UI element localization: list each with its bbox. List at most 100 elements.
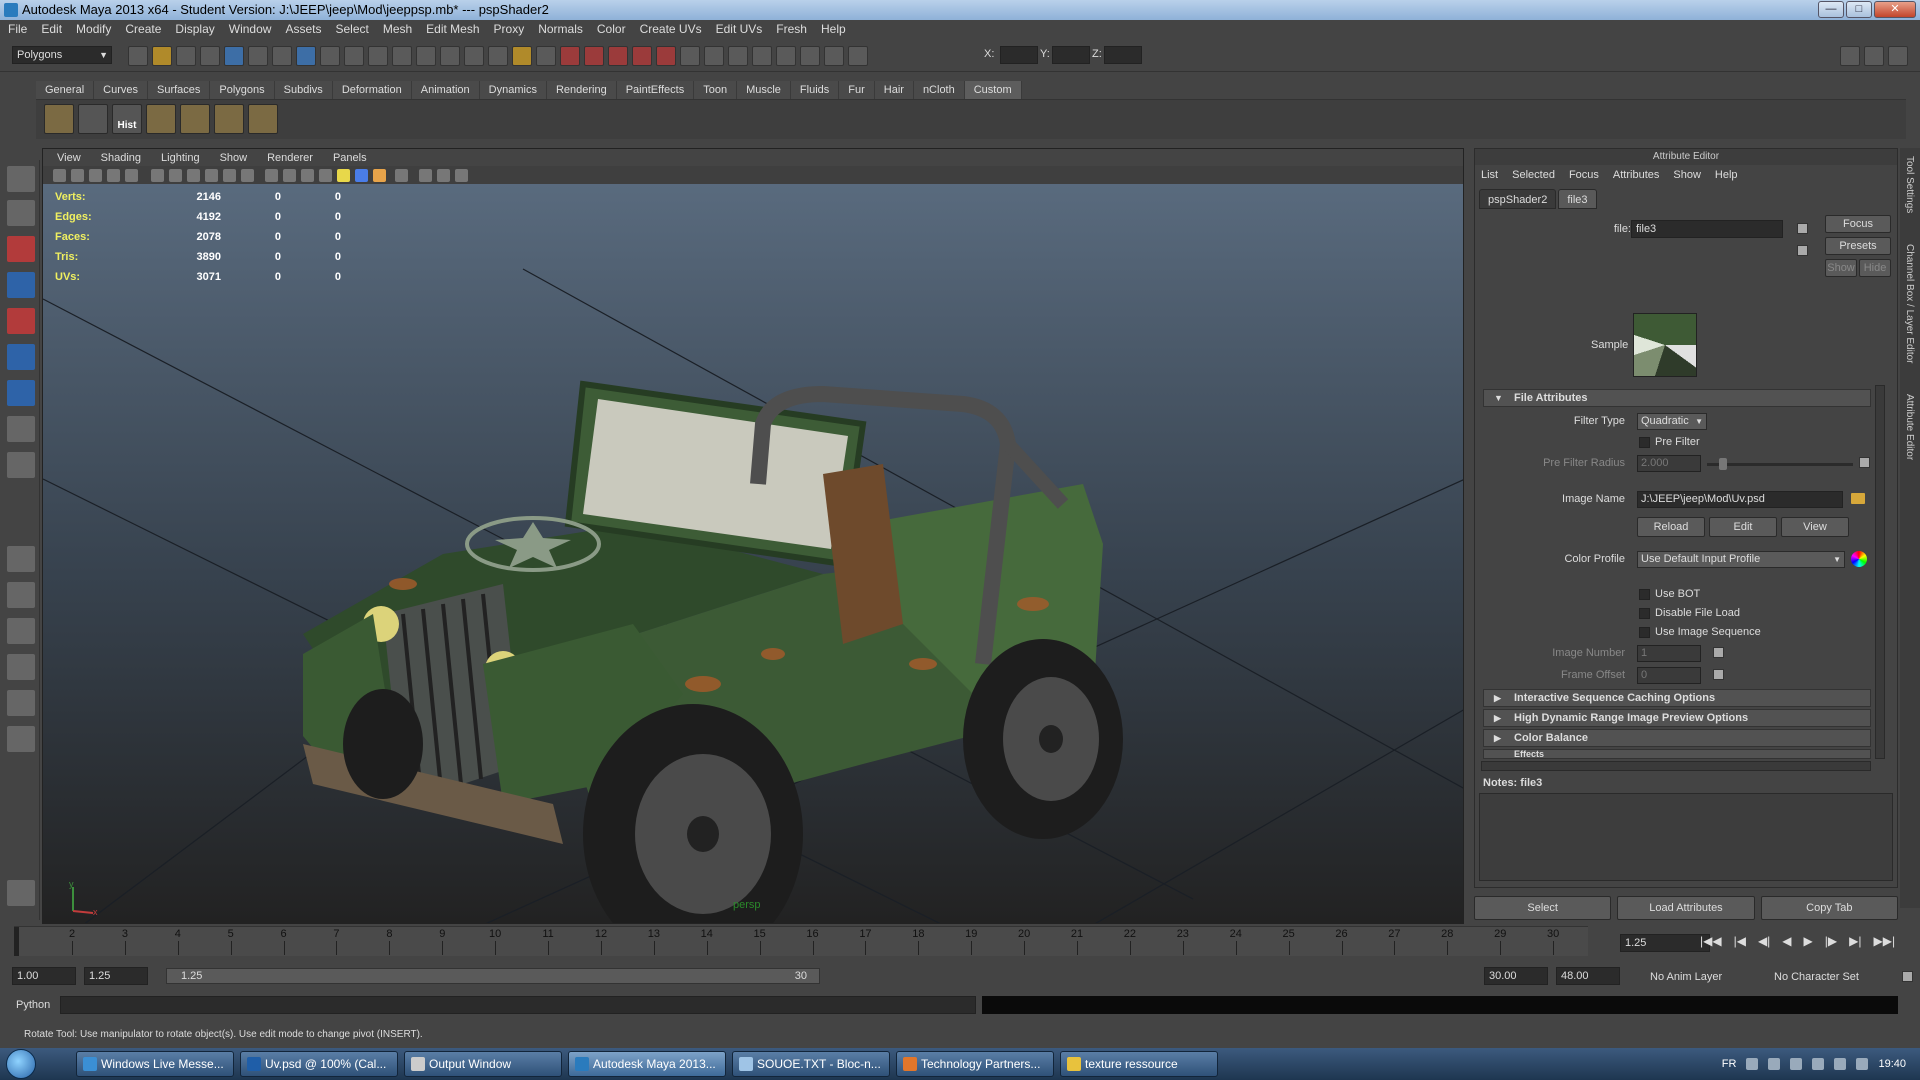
panel-menu-show[interactable]: Show — [220, 152, 248, 164]
volume-icon[interactable] — [1812, 1058, 1825, 1070]
rotate-tool-icon[interactable] — [7, 308, 35, 334]
attribute-editor-toggle-icon[interactable] — [1888, 46, 1908, 66]
safe-action-icon[interactable] — [241, 169, 254, 182]
menu-create[interactable]: Create — [125, 22, 161, 36]
select-deformations-icon[interactable] — [392, 46, 412, 66]
hide-button[interactable]: Hide — [1859, 259, 1891, 277]
hypershade-layout-icon[interactable] — [7, 690, 35, 716]
section-interactive-sequence[interactable]: ▶ Interactive Sequence Caching Options — [1483, 689, 1871, 707]
help-icon[interactable] — [488, 46, 508, 66]
menu-mesh[interactable]: Mesh — [383, 22, 412, 36]
shelf-tab-general[interactable]: General — [36, 81, 95, 99]
last-tool-icon[interactable] — [7, 452, 35, 478]
panel-menu-shading[interactable]: Shading — [101, 152, 141, 164]
shelf-tab-muscle[interactable]: Muscle — [737, 81, 791, 99]
shelf-tab-dynamics[interactable]: Dynamics — [479, 81, 547, 99]
color-profile-dropdown[interactable]: Use Default Input Profile ▼ — [1637, 551, 1845, 568]
paint-select-tool-icon[interactable] — [7, 236, 35, 262]
menu-proxy[interactable]: Proxy — [494, 22, 525, 36]
select-tool-icon[interactable] — [7, 166, 35, 192]
ae-menu-attributes[interactable]: Attributes — [1613, 169, 1659, 181]
save-scene-icon[interactable] — [176, 46, 196, 66]
shelf-tool-icon[interactable] — [214, 104, 244, 134]
ipr-render-icon[interactable] — [800, 46, 820, 66]
taskbar-item[interactable]: Technology Partners... — [896, 1051, 1054, 1077]
shelf-tab-surfaces[interactable]: Surfaces — [147, 81, 211, 99]
shelf-tool-icon[interactable] — [146, 104, 176, 134]
ae-horizontal-scrollbar[interactable] — [1481, 761, 1871, 771]
language-indicator[interactable]: FR — [1722, 1058, 1737, 1070]
panel-menu-lighting[interactable]: Lighting — [161, 152, 200, 164]
go-to-output-icon[interactable] — [1797, 245, 1808, 256]
pre-filter-radius-field[interactable]: 2.000 — [1637, 455, 1701, 472]
panel-menu-renderer[interactable]: Renderer — [267, 152, 313, 164]
panel-menu-view[interactable]: View — [57, 152, 81, 164]
step-forward-key-icon[interactable]: |▶ — [1825, 934, 1837, 948]
resolution-gate-icon[interactable] — [187, 169, 200, 182]
open-scene-icon[interactable] — [152, 46, 172, 66]
single-pane-layout-icon[interactable] — [7, 546, 35, 572]
field-chart-icon[interactable] — [223, 169, 236, 182]
snap-curve-icon[interactable] — [584, 46, 604, 66]
animation-end-field[interactable]: 48.00 — [1556, 967, 1620, 985]
menu-modify[interactable]: Modify — [76, 22, 111, 36]
taskbar-item[interactable]: Windows Live Messe... — [76, 1051, 234, 1077]
signal-icon[interactable] — [1834, 1058, 1847, 1070]
render-current-icon[interactable] — [776, 46, 796, 66]
bookmark-icon[interactable] — [89, 169, 102, 182]
section-color-balance[interactable]: ▶ Color Balance — [1483, 729, 1871, 747]
numeric-input-icon[interactable] — [848, 46, 868, 66]
menu-set-selector[interactable]: Polygons ▼ — [12, 46, 112, 64]
make-live-icon[interactable] — [656, 46, 676, 66]
view-button[interactable]: View — [1781, 517, 1849, 537]
menu-normals[interactable]: Normals — [538, 22, 583, 36]
menu-file[interactable]: File — [8, 22, 27, 36]
shelf-tab-ncloth[interactable]: nCloth — [913, 81, 965, 99]
snap-plane-icon[interactable] — [632, 46, 652, 66]
menu-fresh[interactable]: Fresh — [776, 22, 807, 36]
shelf-tab-fluids[interactable]: Fluids — [790, 81, 840, 99]
clock[interactable]: 19:40 — [1878, 1058, 1906, 1070]
select-button[interactable]: Select — [1474, 896, 1612, 920]
ae-menu-help[interactable]: Help — [1715, 169, 1738, 181]
taskbar-item[interactable]: texture ressource — [1060, 1051, 1218, 1077]
play-backwards-icon[interactable]: ◀ — [1782, 934, 1791, 948]
layout-toggle-icon[interactable] — [1840, 46, 1860, 66]
select-dynamics-icon[interactable] — [416, 46, 436, 66]
shelf-tool-icon[interactable] — [78, 104, 108, 134]
step-forward-frame-icon[interactable]: ▶| — [1849, 934, 1861, 948]
output-ops-icon[interactable] — [704, 46, 724, 66]
scale-tool-icon[interactable] — [7, 344, 35, 370]
select-curves-icon[interactable] — [344, 46, 364, 66]
folder-icon[interactable] — [1851, 493, 1865, 504]
start-button[interactable] — [6, 1049, 36, 1079]
menu-select[interactable]: Select — [335, 22, 368, 36]
slider-knob[interactable] — [1719, 458, 1727, 470]
mask-icon[interactable] — [272, 46, 292, 66]
shelf-tab-subdivs[interactable]: Subdivs — [274, 81, 333, 99]
menu-edit-mesh[interactable]: Edit Mesh — [426, 22, 479, 36]
range-bar[interactable]: 1.25 30 — [166, 968, 820, 984]
xray-active-icon[interactable] — [455, 169, 468, 182]
load-attributes-button[interactable]: Load Attributes — [1617, 896, 1755, 920]
shelf-tool-icon[interactable] — [44, 104, 74, 134]
ae-vertical-scrollbar[interactable] — [1875, 385, 1885, 759]
copy-tab-button[interactable]: Copy Tab — [1760, 896, 1898, 920]
taskbar-item[interactable]: Uv.psd @ 100% (Cal... — [240, 1051, 398, 1077]
taskbar-item[interactable]: Output Window — [404, 1051, 562, 1077]
snap-point-icon[interactable] — [608, 46, 628, 66]
select-misc-icon[interactable] — [464, 46, 484, 66]
shelf-tab-animation[interactable]: Animation — [411, 81, 480, 99]
history-icon[interactable]: Hist — [112, 104, 142, 134]
tab-file3[interactable]: file3 — [1558, 189, 1597, 209]
use-all-lights-icon[interactable] — [337, 169, 350, 182]
use-image-sequence-checkbox[interactable] — [1639, 627, 1650, 638]
show-button[interactable]: Show — [1825, 259, 1857, 277]
focus-button[interactable]: Focus — [1825, 215, 1891, 233]
playback-start-field[interactable]: 1.25 — [84, 967, 148, 985]
section-hdr-preview[interactable]: ▶ High Dynamic Range Image Preview Option… — [1483, 709, 1871, 727]
taskbar-item[interactable]: Autodesk Maya 2013... — [568, 1051, 726, 1077]
graph-layout-icon[interactable] — [7, 654, 35, 680]
select-surfaces-icon[interactable] — [368, 46, 388, 66]
maximize-button[interactable]: □ — [1846, 1, 1872, 18]
